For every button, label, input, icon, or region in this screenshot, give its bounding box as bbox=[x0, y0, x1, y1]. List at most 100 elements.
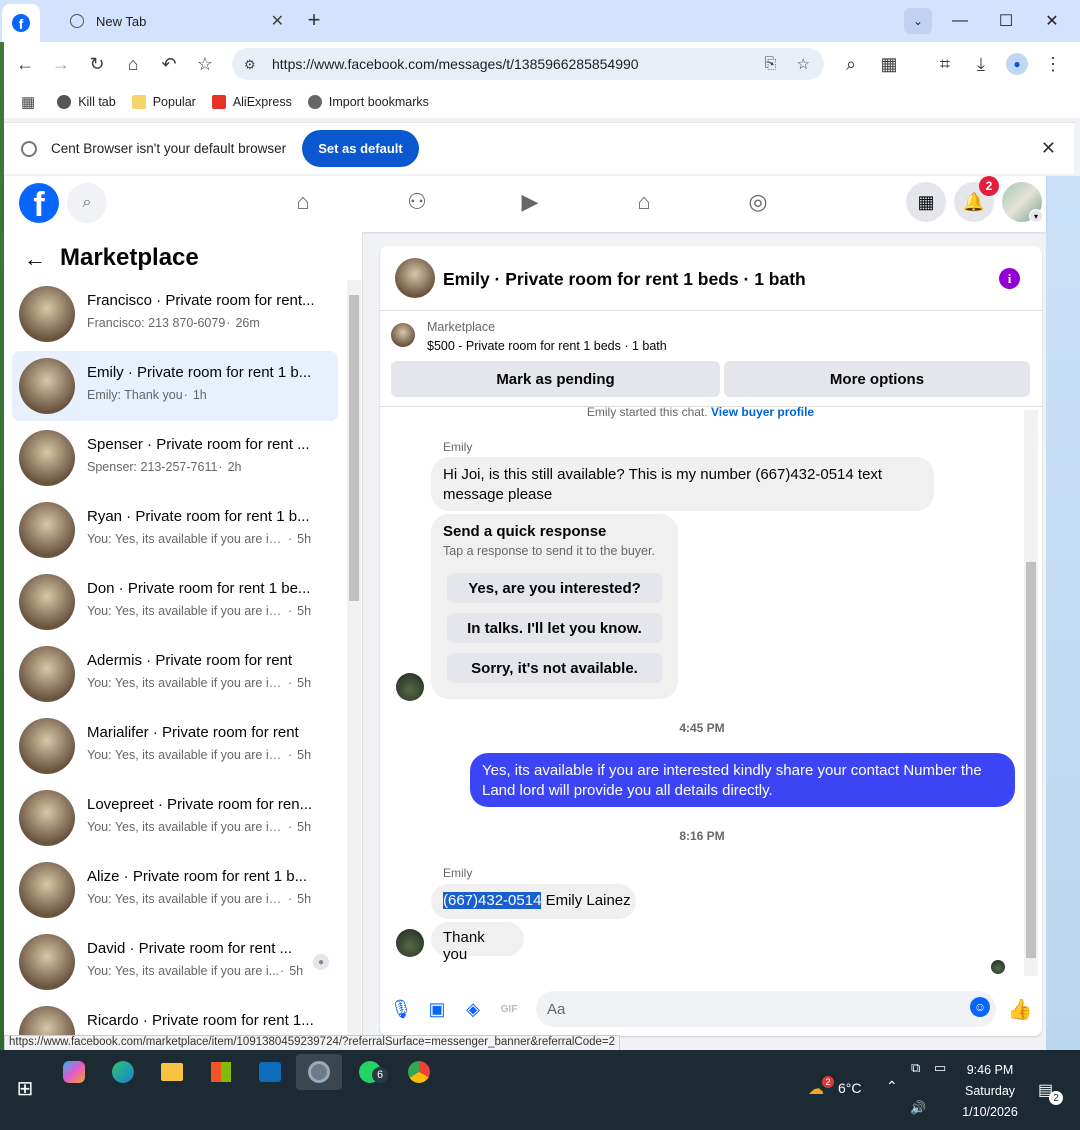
start-windows-icon[interactable]: ⊞ bbox=[2, 1070, 48, 1106]
store-icon[interactable] bbox=[198, 1054, 244, 1090]
more-options-button[interactable]: More options bbox=[724, 361, 1030, 397]
back-arrow-icon[interactable]: ← bbox=[24, 246, 46, 272]
conversation-item[interactable]: Alize · Private room for rent 1 b... You:… bbox=[12, 855, 338, 925]
conversation-item[interactable]: Lovepreet · Private room for ren... You: … bbox=[12, 783, 338, 853]
close-tab-icon[interactable]: ✕ bbox=[271, 11, 284, 31]
sender-avatar[interactable] bbox=[396, 929, 424, 957]
search-icon[interactable]: ⌕ bbox=[838, 52, 864, 76]
chevron-down-icon[interactable]: ▾ bbox=[1029, 209, 1043, 223]
sticker-icon[interactable]: ◈ bbox=[461, 997, 485, 1021]
conversation-avatar bbox=[19, 502, 75, 558]
conversation-item[interactable]: David · Private room for rent ... You: Ye… bbox=[12, 927, 338, 997]
microphone-icon[interactable]: 🎙 bbox=[389, 997, 413, 1021]
incoming-message[interactable]: Thank you bbox=[431, 922, 524, 963]
conversation-item[interactable]: Emily · Private room for rent 1 b... Emil… bbox=[12, 351, 338, 421]
emoji-icon[interactable]: ☺ bbox=[970, 997, 990, 1017]
mark-as-pending-button[interactable]: Mark as pending bbox=[391, 361, 720, 397]
bookmark-kill-tab[interactable]: Kill tab bbox=[57, 95, 116, 109]
chevron-up-icon[interactable]: ⌃ bbox=[886, 1078, 898, 1095]
menu-grid-icon[interactable]: ▦ bbox=[906, 182, 946, 222]
gif-icon[interactable]: GIF bbox=[497, 997, 521, 1021]
conversation-avatar bbox=[19, 862, 75, 918]
set-as-default-button[interactable]: Set as default bbox=[302, 130, 419, 167]
qr-code-icon[interactable]: ▦ bbox=[876, 52, 902, 76]
chat-title[interactable]: Emily · Private room for rent 1 beds · 1… bbox=[443, 269, 806, 290]
chrome-icon[interactable] bbox=[396, 1054, 442, 1090]
sender-avatar[interactable] bbox=[396, 673, 424, 701]
clock-date: 1/10/2026 bbox=[962, 1105, 1018, 1119]
clock-time: 9:46 PM bbox=[966, 1063, 1014, 1077]
profile-icon[interactable]: ● bbox=[1004, 52, 1030, 76]
conversation-item[interactable]: Don · Private room for rent 1 be... You: … bbox=[12, 567, 338, 637]
thumbs-up-icon[interactable]: 👍 bbox=[1008, 997, 1033, 1021]
preview-text: You: Yes, its available if you are inte.… bbox=[87, 532, 287, 546]
groups-nav-icon[interactable]: ◎ bbox=[743, 188, 773, 216]
install-app-icon[interactable]: ⎘ bbox=[765, 55, 777, 73]
conversation-preview: You: Yes, its available if you are inte.… bbox=[87, 820, 311, 834]
message-input[interactable]: Aa bbox=[536, 991, 996, 1027]
copilot-icon[interactable] bbox=[51, 1054, 97, 1090]
whatsapp-badge: 6 bbox=[372, 1067, 388, 1083]
conversation-item[interactable]: Adermis · Private room for rent You: Yes,… bbox=[12, 639, 338, 709]
bookmark-star-icon[interactable]: ☆ bbox=[192, 52, 218, 76]
marketplace-nav-icon[interactable]: ⌂ bbox=[629, 188, 659, 216]
maximize-button[interactable]: ☐ bbox=[984, 6, 1028, 36]
tab-search-button[interactable]: ⌄ bbox=[904, 8, 932, 34]
bookmark-import[interactable]: Import bookmarks bbox=[307, 95, 429, 109]
reload-button[interactable]: ↻ bbox=[84, 52, 110, 76]
weather-temp[interactable]: 6°C bbox=[838, 1080, 862, 1096]
back-button[interactable]: ← bbox=[12, 52, 38, 76]
menu-icon[interactable]: ⋮ bbox=[1040, 52, 1066, 76]
search-icon[interactable]: ⌕ bbox=[67, 183, 107, 223]
status-url: https://www.facebook.com/marketplace/ite… bbox=[4, 1035, 621, 1051]
conversation-item[interactable]: Marialifer · Private room for rent You: Y… bbox=[12, 711, 338, 781]
star-icon[interactable]: ☆ bbox=[797, 55, 810, 73]
address-bar[interactable]: ⚙ https://www.facebook.com/messages/t/13… bbox=[232, 48, 824, 80]
outlook-icon[interactable] bbox=[247, 1054, 293, 1090]
download-icon[interactable]: ⤓ bbox=[968, 52, 994, 76]
home-nav-icon[interactable]: ⌂ bbox=[288, 188, 318, 216]
video-nav-icon[interactable]: ▶ bbox=[515, 188, 545, 216]
network-icon[interactable]: ▭ bbox=[934, 1060, 946, 1076]
cent-browser-icon[interactable] bbox=[296, 1054, 342, 1090]
tab-facebook[interactable]: f bbox=[2, 4, 40, 42]
quick-response-button[interactable]: Yes, are you interested? bbox=[447, 573, 662, 603]
apps-grid-icon[interactable]: ▦ bbox=[21, 93, 35, 111]
new-tab-button[interactable]: + bbox=[302, 8, 326, 34]
chat-avatar[interactable] bbox=[395, 258, 435, 298]
file-explorer-icon[interactable] bbox=[149, 1054, 195, 1090]
incoming-message[interactable]: Hi Joi, is this still available? This is… bbox=[431, 457, 934, 511]
quick-response-button[interactable]: In talks. I'll let you know. bbox=[447, 613, 662, 643]
chat-scrollbar-thumb[interactable] bbox=[1026, 562, 1036, 958]
close-window-button[interactable]: ✕ bbox=[1030, 6, 1074, 36]
listing-title[interactable]: $500 - Private room for rent 1 beds · 1 … bbox=[427, 339, 667, 353]
volume-icon[interactable]: 🔊 bbox=[910, 1100, 926, 1116]
incoming-message[interactable]: (667)432-0514 Emily Lainez bbox=[431, 884, 636, 919]
facebook-logo-icon[interactable]: f bbox=[19, 183, 59, 223]
taskbar-clock[interactable]: 9:46 PM Saturday 1/10/2026 bbox=[950, 1060, 1030, 1123]
sidebar-scrollbar-thumb[interactable] bbox=[349, 295, 359, 601]
bookmark-aliexpress[interactable]: AliExpress bbox=[211, 95, 292, 109]
listing-thumbnail[interactable] bbox=[391, 323, 415, 347]
outgoing-message[interactable]: Yes, its available if you are interested… bbox=[470, 753, 1015, 807]
view-buyer-profile-link[interactable]: View buyer profile bbox=[711, 405, 814, 419]
conversation-item[interactable]: Spenser · Private room for rent ... Spens… bbox=[12, 423, 338, 493]
edge-icon[interactable] bbox=[100, 1054, 146, 1090]
quick-response-button[interactable]: Sorry, it's not available. bbox=[447, 653, 662, 683]
photo-icon[interactable]: ▣ bbox=[425, 997, 449, 1021]
meet-icon[interactable]: ⧉ bbox=[911, 1060, 920, 1076]
site-info-icon[interactable]: ⚙ bbox=[244, 57, 262, 72]
info-icon[interactable]: i bbox=[999, 268, 1020, 289]
forward-button[interactable]: → bbox=[48, 52, 74, 76]
conversation-item[interactable]: Ryan · Private room for rent 1 b... You: … bbox=[12, 495, 338, 565]
home-button[interactable]: ⌂ bbox=[120, 52, 146, 76]
friends-nav-icon[interactable]: ⚇ bbox=[402, 188, 432, 216]
minimize-button[interactable]: — bbox=[938, 6, 982, 36]
bookmark-popular[interactable]: Popular bbox=[131, 95, 196, 109]
close-icon[interactable]: ✕ bbox=[1041, 138, 1056, 159]
conversation-item[interactable]: Francisco · Private room for rent... Fran… bbox=[12, 279, 338, 349]
undo-close-tab-button[interactable]: ↶ bbox=[156, 52, 182, 76]
crop-icon[interactable]: ⌗ bbox=[932, 52, 958, 76]
tab-new-tab[interactable]: New Tab ✕ bbox=[56, 6, 292, 36]
conversation-name: Francisco · Private room for rent... bbox=[87, 292, 315, 309]
